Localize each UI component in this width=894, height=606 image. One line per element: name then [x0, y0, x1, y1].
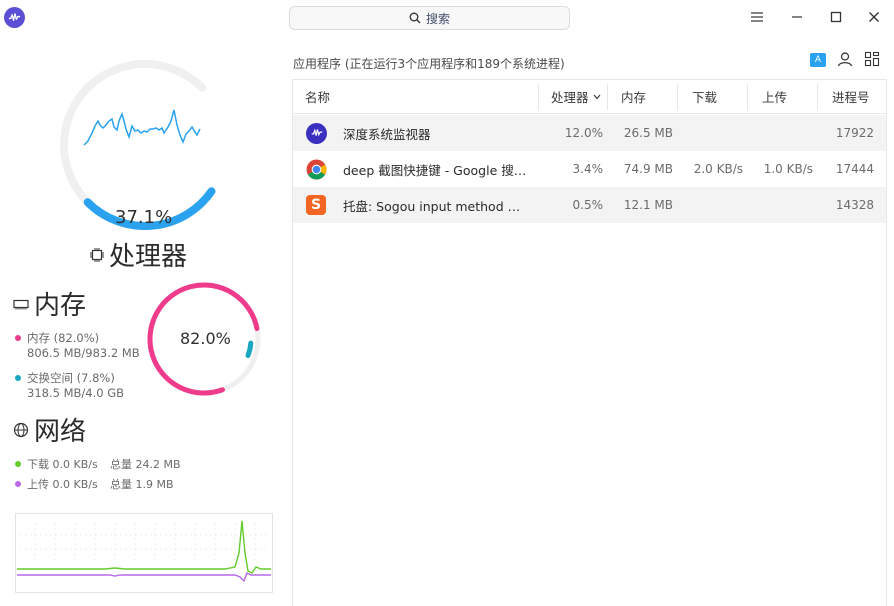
app-view-button[interactable]: A [810, 53, 826, 67]
process-download [673, 115, 743, 151]
process-memory: 74.9 MB [623, 162, 673, 176]
process-cpu: 3.4% [572, 162, 604, 176]
minimize-button[interactable] [785, 6, 809, 28]
memory-legend-dot [15, 335, 21, 341]
cpu-gauge [60, 60, 216, 230]
process-icon-cell: S [306, 187, 326, 223]
column-divider [677, 84, 678, 110]
process-memory: 26.5 MB [623, 126, 673, 140]
close-icon [869, 12, 879, 22]
column-divider [747, 84, 748, 110]
app-logo-icon [4, 7, 25, 28]
column-divider [538, 84, 539, 110]
user-view-button[interactable] [836, 50, 854, 68]
sogou-icon: S [306, 195, 326, 215]
cpu-title: 处理器 [109, 242, 188, 272]
minimize-icon [792, 16, 802, 18]
memory-title: 内存 [34, 291, 87, 321]
swap-legend: 交换空间 (7.8%) [15, 370, 115, 386]
process-pid: 17444 [835, 162, 874, 176]
process-upload [743, 115, 813, 151]
process-cpu: 0.5% [572, 198, 604, 212]
download-rate: 下载 0.0 KB/s [27, 458, 98, 471]
process-download: 2.0 KB/s [693, 162, 743, 176]
chrome-icon [306, 159, 327, 179]
memory-percent: 82.0% [180, 329, 231, 348]
download-total: 总量 24.2 MB [110, 458, 181, 471]
download-legend: 下载 0.0 KB/s [15, 456, 98, 472]
search-input[interactable]: 搜索 [289, 6, 570, 30]
process-download [673, 187, 743, 223]
menu-icon [751, 12, 763, 22]
memory-label: 内存 (82.0%) [27, 331, 100, 345]
cpu-history-line [83, 109, 201, 146]
cpu-percent: 37.1% [115, 207, 173, 228]
process-name: 托盘: Sogou input method … [343, 198, 521, 214]
globe-icon [13, 422, 29, 437]
process-table: 名称 处理器 内存 下载 上传 进程号 深度系统监视器 12.0% 26.5 M… [292, 79, 887, 606]
close-button[interactable] [862, 6, 886, 28]
maximize-icon [830, 11, 842, 23]
network-history-chart [15, 513, 273, 593]
upload-rate: 上传 0.0 KB/s [27, 478, 98, 491]
column-header-download[interactable]: 下载 [692, 80, 717, 113]
process-pid: 17922 [835, 126, 874, 140]
maximize-button[interactable] [824, 6, 848, 28]
process-name: 深度系统监视器 [343, 126, 431, 142]
memory-title-row: 内存 [13, 285, 86, 322]
swap-usage-arc [245, 340, 254, 359]
user-icon [837, 52, 853, 67]
memory-legend: 内存 (82.0%) [15, 330, 99, 346]
process-memory: 12.1 MB [623, 198, 673, 212]
app-view-icon: A [814, 55, 822, 65]
process-icon-cell [306, 115, 327, 151]
upload-legend: 上传 0.0 KB/s [15, 476, 98, 492]
process-summary: 应用程序 (正在运行3个应用程序和189个系统进程) [293, 57, 565, 71]
upload-total: 总量 1.9 MB [110, 478, 174, 491]
network-title: 网络 [34, 417, 87, 447]
process-row[interactable]: deep 截图快捷键 - Google 搜… 3.4% 74.9 MB 2.0 … [293, 151, 886, 187]
column-divider [607, 84, 608, 110]
column-header-cpu[interactable]: 处理器 [551, 80, 601, 113]
search-placeholder: 搜索 [425, 11, 450, 26]
swap-detail: 318.5 MB/4.0 GB [27, 386, 125, 400]
process-row[interactable]: 深度系统监视器 12.0% 26.5 MB 17922 [293, 115, 886, 151]
swap-legend-dot [15, 375, 21, 381]
column-header-memory[interactable]: 内存 [621, 80, 646, 113]
process-pid: 14328 [835, 198, 874, 212]
network-title-row: 网络 [13, 411, 86, 448]
column-header-cpu-label: 处理器 [551, 90, 589, 105]
process-cpu: 12.0% [564, 126, 603, 140]
upload-legend-dot [15, 481, 21, 487]
process-table-header: 名称 处理器 内存 下载 上传 进程号 [293, 80, 886, 114]
sort-chevron-down-icon [593, 94, 600, 99]
process-name: deep 截图快捷键 - Google 搜… [343, 162, 527, 178]
column-header-upload[interactable]: 上传 [762, 80, 787, 113]
process-row[interactable]: S 托盘: Sogou input method … 0.5% 12.1 MB … [293, 187, 886, 223]
memory-icon [13, 299, 29, 309]
process-upload [743, 187, 813, 223]
column-header-name[interactable]: 名称 [305, 80, 330, 113]
column-header-pid[interactable]: 进程号 [832, 80, 870, 113]
menu-button[interactable] [745, 6, 769, 28]
download-legend-dot [15, 461, 21, 467]
search-icon [409, 12, 421, 24]
memory-detail: 806.5 MB/983.2 MB [27, 346, 140, 360]
process-icon-cell [306, 151, 327, 187]
deepin-monitor-icon [306, 122, 327, 144]
process-upload: 1.0 KB/s [763, 162, 813, 176]
grid-layout-icon [864, 51, 880, 67]
swap-label: 交换空间 (7.8%) [27, 371, 115, 385]
cpu-title-row: 处理器 [89, 236, 187, 273]
cpu-chip-icon [90, 247, 104, 262]
column-divider [817, 84, 818, 110]
grid-view-button[interactable] [863, 50, 881, 68]
